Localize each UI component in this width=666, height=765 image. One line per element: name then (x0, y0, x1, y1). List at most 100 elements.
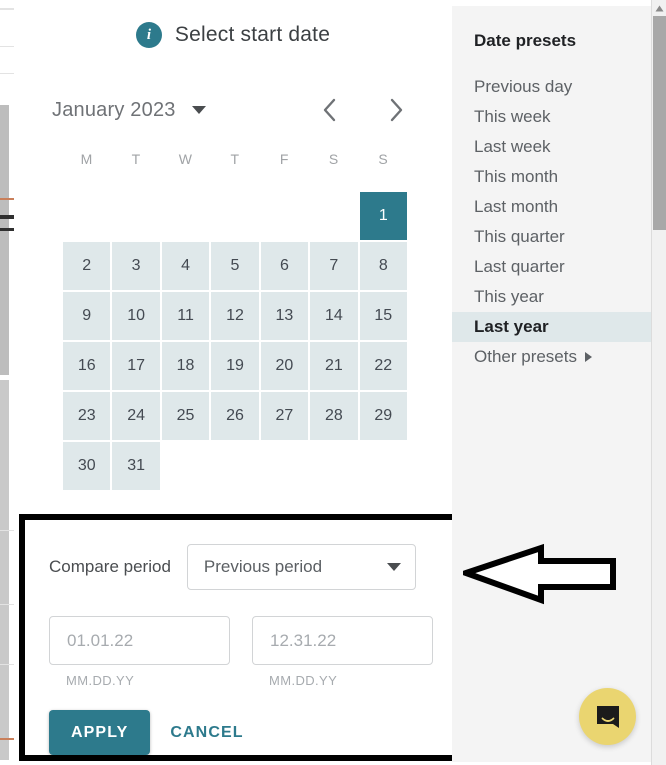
calendar-day-26[interactable]: 26 (210, 391, 260, 441)
calendar-day-31[interactable]: 31 (111, 441, 161, 491)
cancel-button[interactable]: CANCEL (162, 724, 251, 742)
calendar-day-21[interactable]: 21 (309, 341, 359, 391)
date-picker-panel: i Select start date January 2023 M T W T F S S (14, 6, 462, 762)
calendar-day-15[interactable]: 15 (358, 291, 408, 341)
calendar-day-1[interactable]: 1 (358, 191, 408, 241)
left-arrow-annotation-icon (456, 540, 623, 605)
weekday-label: S (328, 151, 339, 167)
calendar-day-blank (161, 191, 210, 241)
weekday-label: F (279, 151, 289, 167)
calendar-day-27[interactable]: 27 (259, 391, 310, 441)
compare-period-row: Compare period Previous period (49, 544, 416, 590)
calendar-day-8[interactable]: 8 (358, 241, 408, 291)
preset-item-label: Last week (474, 137, 551, 156)
preset-item-this-week[interactable]: This week (452, 102, 652, 132)
calendar-day-10[interactable]: 10 (111, 291, 161, 341)
scrollbar-thumb[interactable] (653, 16, 666, 230)
weekday-header-row: MTWTFSS (62, 151, 408, 167)
compare-period-section: Compare period Previous period MM.DD.YY … (19, 514, 462, 761)
preset-item-last-quarter[interactable]: Last quarter (452, 252, 652, 282)
preset-item-label: This month (474, 167, 559, 186)
window-scrollbar[interactable] (651, 0, 666, 765)
calendar-day-13[interactable]: 13 (259, 291, 310, 341)
calendar-day-29[interactable]: 29 (358, 391, 408, 441)
preset-item-this-month[interactable]: This month (452, 162, 652, 192)
preset-item-previous-day[interactable]: Previous day (452, 72, 652, 102)
weekday-label: T (230, 151, 240, 167)
weekday-label: M (80, 151, 93, 167)
calendar-day-18[interactable]: 18 (160, 341, 211, 391)
calendar-day-23[interactable]: 23 (62, 391, 112, 441)
calendar-day-grid: 1 2 3 4 5 6 7 8 9 10 11 12 13 14 15 16 17 18 19 20 21 22 23 24 2… (62, 191, 408, 491)
calendar-day-blank (210, 191, 259, 241)
compare-end-date-input[interactable] (252, 616, 433, 665)
compare-period-select[interactable]: Previous period (186, 544, 416, 590)
calendar-day-30[interactable]: 30 (62, 441, 112, 491)
preset-item-label: Other presets (474, 347, 577, 366)
calendar-day-16[interactable]: 16 (62, 341, 112, 391)
preset-item-label: This quarter (474, 227, 565, 246)
action-buttons: APPLY CANCEL (49, 710, 252, 755)
chevron-right-icon (585, 352, 592, 362)
calendar-day-2[interactable]: 2 (62, 241, 112, 291)
calendar-day-25[interactable]: 25 (160, 391, 211, 441)
preset-item-label: Previous day (474, 77, 573, 96)
calendar-day-24[interactable]: 24 (111, 391, 161, 441)
calendar-day-19[interactable]: 19 (210, 341, 260, 391)
calendar-day-5[interactable]: 5 (210, 241, 260, 291)
weekday-label: T (131, 151, 141, 167)
previous-month-button[interactable] (310, 90, 350, 130)
compare-period-value: Previous period (203, 557, 323, 576)
calendar-day-blank (62, 191, 111, 241)
calendar-day-12[interactable]: 12 (210, 291, 260, 341)
preset-item-label: Last year (474, 317, 549, 336)
compare-start-date-hint: MM.DD.YY (66, 673, 135, 688)
month-year-label: January 2023 (52, 98, 176, 121)
scroll-up-arrow-icon[interactable] (652, 0, 666, 16)
calendar-day-14[interactable]: 14 (309, 291, 359, 341)
sidebar-title: Date presets (474, 31, 577, 50)
preset-item-this-quarter[interactable]: This quarter (452, 222, 652, 252)
calendar-day-20[interactable]: 20 (259, 341, 310, 391)
calendar-day-blank (309, 191, 358, 241)
calendar-day-blank (111, 191, 160, 241)
chevron-left-icon (323, 98, 336, 122)
date-presets-sidebar: Date presets Previous day This week Last w… (452, 6, 652, 762)
preset-item-this-year[interactable]: This year (452, 282, 652, 312)
preset-item-last-week[interactable]: Last week (452, 132, 652, 162)
preset-item-label: Last quarter (474, 257, 565, 276)
calendar-day-4[interactable]: 4 (160, 241, 211, 291)
page-title: Select start date (174, 23, 331, 46)
preset-item-label: Last month (474, 197, 559, 216)
compare-end-field-wrap: MM.DD.YY (252, 616, 433, 688)
apply-button[interactable]: APPLY (49, 710, 151, 755)
preset-list: Previous day This week Last week This month… (452, 72, 652, 372)
compare-start-field-wrap: MM.DD.YY (49, 616, 230, 688)
chevron-down-icon (386, 563, 401, 571)
background-page-strip (0, 0, 14, 765)
next-month-button[interactable] (376, 90, 416, 130)
calendar-day-28[interactable]: 28 (309, 391, 359, 441)
weekday-label: S (378, 151, 389, 167)
calendar-day-6[interactable]: 6 (259, 241, 310, 291)
calendar-day-22[interactable]: 22 (358, 341, 408, 391)
calendar-day-7[interactable]: 7 (309, 241, 359, 291)
chevron-right-icon (390, 98, 403, 122)
calendar-day-blank (260, 191, 309, 241)
calendar-day-9[interactable]: 9 (62, 291, 112, 341)
app-root: i Select start date January 2023 M T W T F S S (0, 0, 666, 765)
calendar-day-17[interactable]: 17 (111, 341, 161, 391)
info-icon: i (135, 22, 162, 48)
month-year-dropdown[interactable]: January 2023 (52, 90, 206, 130)
preset-item-last-month[interactable]: Last month (452, 192, 652, 222)
preset-item-other-presets[interactable]: Other presets (452, 342, 652, 372)
chevron-down-icon (191, 106, 206, 114)
calendar-day-3[interactable]: 3 (111, 241, 161, 291)
month-navigation: January 2023 (14, 90, 452, 130)
preset-item-last-year[interactable]: Last year (452, 312, 652, 342)
compare-date-fields: MM.DD.YY MM.DD.YY (49, 616, 433, 688)
calendar-day-11[interactable]: 11 (160, 291, 211, 341)
chat-launcher-button[interactable] (579, 688, 636, 745)
compare-start-date-input[interactable] (49, 616, 230, 665)
preset-item-label: This year (474, 287, 544, 306)
